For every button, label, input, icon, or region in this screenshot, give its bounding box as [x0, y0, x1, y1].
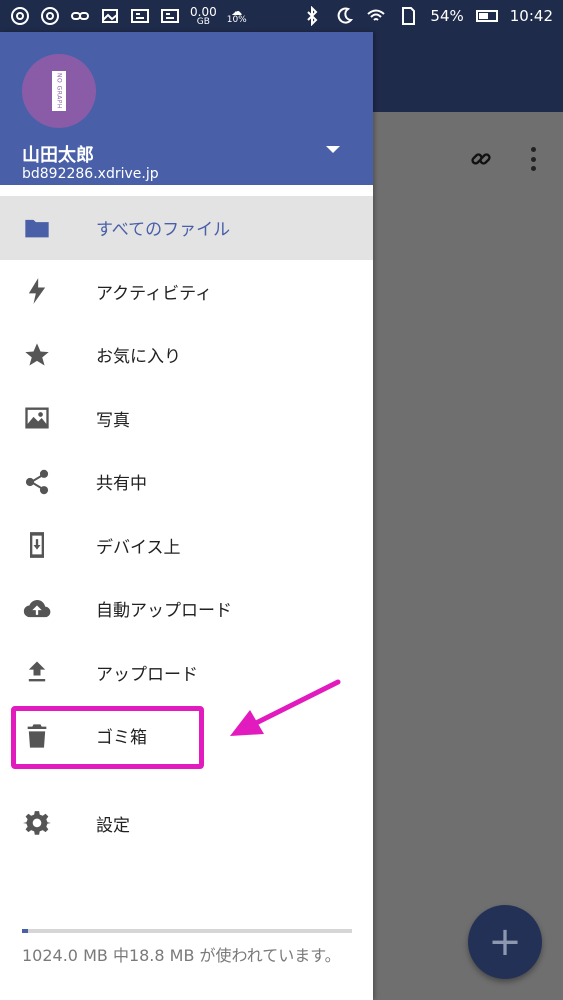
- share-icon: [22, 467, 52, 497]
- nav-item-label: アップロード: [96, 664, 198, 685]
- plus-icon: +: [488, 919, 522, 965]
- nav-item-auto-upload[interactable]: 自動アップロード: [0, 577, 373, 641]
- status-bar: 0.00 GB ☁ 10% 54% 10:42: [0, 0, 563, 32]
- nav-item-label: 写真: [96, 410, 130, 431]
- upload-icon: [22, 657, 52, 687]
- nav-item-on-device[interactable]: デバイス上: [0, 514, 373, 578]
- nav-item-shared[interactable]: 共有中: [0, 450, 373, 514]
- nav-item-label: 共有中: [96, 474, 147, 495]
- navigation-drawer: NO GRAPH 山田太郎 bd892286.xdrive.jp すべてのファイ…: [0, 32, 373, 1000]
- nav-item-label: デバイス上: [96, 537, 181, 558]
- bluetooth-icon: [302, 6, 322, 26]
- data-percent-indicator: ☁ 10%: [226, 6, 247, 25]
- device-download-icon: [22, 530, 52, 560]
- nav-item-activity[interactable]: アクティビティ: [0, 260, 373, 324]
- avatar-text: NO GRAPH: [55, 73, 63, 109]
- nav-item-photos[interactable]: 写真: [0, 387, 373, 451]
- nav-item-label: お気に入り: [96, 347, 181, 368]
- sd-card-icon: [398, 6, 418, 26]
- nav-item-settings[interactable]: 設定: [0, 792, 373, 856]
- image-icon: [22, 403, 52, 433]
- user-name: 山田太郎: [22, 145, 94, 166]
- nav-divider: [0, 768, 373, 792]
- data-percent: 10%: [226, 15, 247, 25]
- data-usage-unit: GB: [196, 16, 210, 27]
- chrome-icon: [10, 6, 30, 26]
- clock: 10:42: [509, 7, 553, 25]
- battery-icon: [475, 10, 498, 22]
- gear-icon: [22, 808, 52, 838]
- app-toolbar: [373, 32, 563, 112]
- link-icon[interactable]: [470, 148, 492, 170]
- link-icon: [70, 6, 90, 26]
- drawer-header: NO GRAPH 山田太郎 bd892286.xdrive.jp: [0, 32, 373, 185]
- lightning-icon: [22, 276, 52, 306]
- nav-item-label: 自動アップロード: [96, 601, 232, 622]
- star-icon: [22, 340, 52, 370]
- app-content[interactable]: [373, 112, 563, 1000]
- annotation-highlight-box: [11, 706, 204, 769]
- storage-progress-bar: [22, 929, 352, 933]
- battery-percent: 54%: [430, 7, 464, 25]
- avatar-logo: NO GRAPH: [52, 71, 66, 111]
- ge-icon: [160, 6, 180, 26]
- folder-icon: [22, 213, 52, 243]
- chrome-icon: [40, 6, 60, 26]
- add-fab-button[interactable]: +: [468, 905, 542, 979]
- more-options-icon[interactable]: [527, 147, 539, 171]
- user-email: bd892286.xdrive.jp: [22, 166, 159, 182]
- moon-icon: [334, 6, 354, 26]
- nav-item-label: すべてのファイル: [96, 220, 231, 241]
- storage-usage-text: 1024.0 MB 中18.8 MB が使われています。: [22, 946, 341, 965]
- nav-item-favorites[interactable]: お気に入り: [0, 323, 373, 387]
- data-usage-value: 0.00: [190, 4, 217, 19]
- nav-item-label: アクティビティ: [96, 283, 213, 304]
- image-icon: [100, 6, 120, 26]
- data-usage-indicator: 0.00 GB: [190, 6, 217, 27]
- avatar[interactable]: NO GRAPH: [22, 54, 96, 128]
- chevron-down-icon[interactable]: [326, 146, 340, 153]
- storage-progress-fill: [22, 929, 28, 933]
- wifi-icon: [366, 6, 386, 26]
- nav-item-label: 設定: [96, 815, 130, 836]
- storage-quota: 1024.0 MB 中18.8 MB が使われています。: [22, 929, 352, 966]
- nav-item-all-files[interactable]: すべてのファイル: [0, 196, 373, 260]
- cloud-upload-icon: [22, 594, 52, 624]
- annotation-arrow: [230, 679, 341, 736]
- ge-icon: [130, 6, 150, 26]
